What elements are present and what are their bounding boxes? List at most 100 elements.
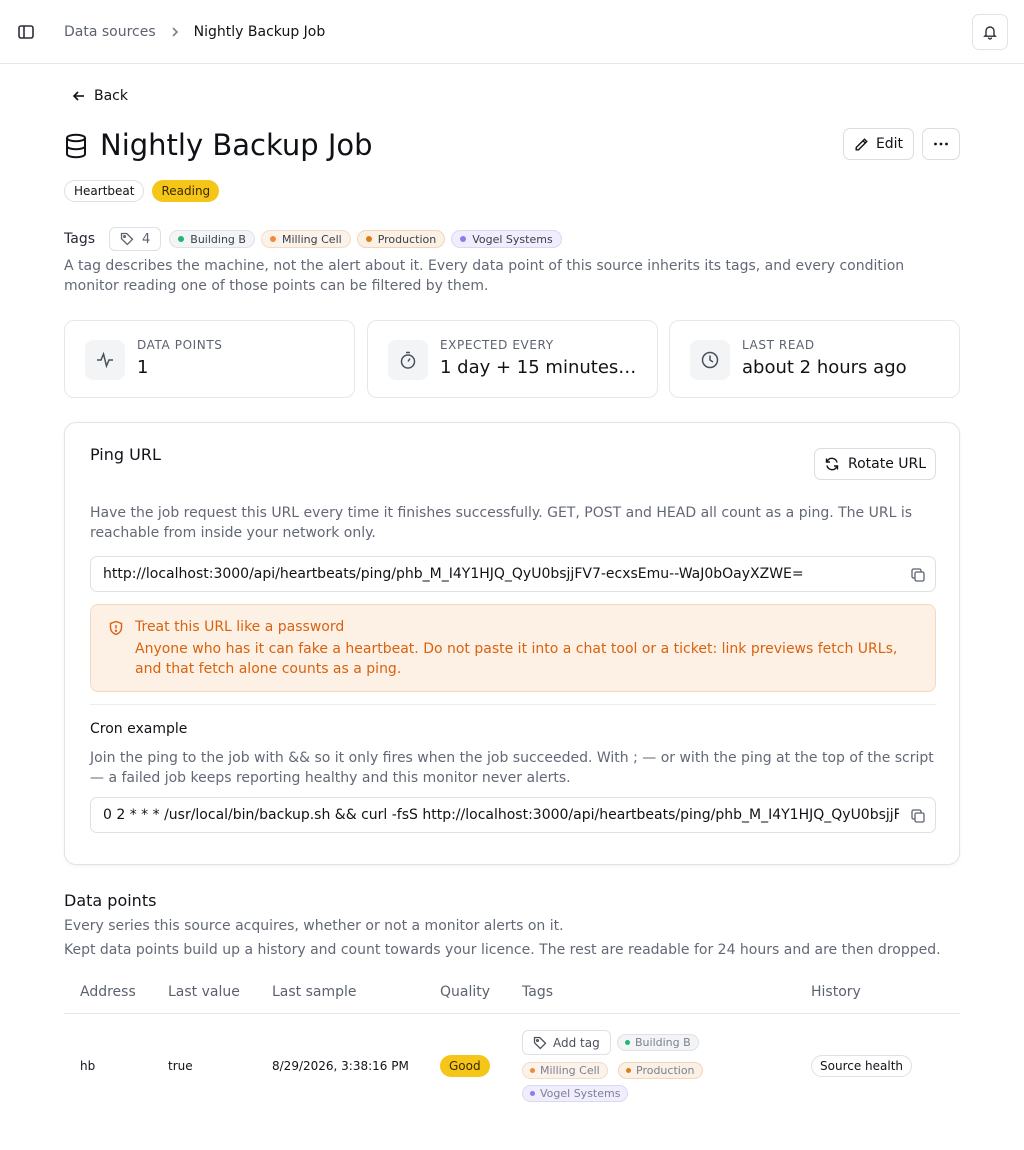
copy-icon[interactable] — [910, 567, 926, 583]
add-tag-label: Add tag — [553, 1035, 600, 1050]
tag-icon — [533, 1036, 547, 1049]
source-health-link[interactable]: Source health — [811, 1055, 913, 1077]
tag-chip-label: Building B — [190, 232, 246, 246]
refresh-icon — [825, 457, 839, 471]
tag-chip-label: Production — [377, 232, 437, 246]
tag-dot — [365, 236, 372, 242]
notifications-button[interactable] — [972, 14, 1008, 50]
stopwatch-icon — [388, 340, 428, 380]
data-points-licence-note: Kept data points build up a history and … — [64, 942, 941, 958]
stat-label: LAST READ — [742, 338, 815, 352]
type-badge: Heartbeat — [64, 180, 145, 202]
tag-chip: Milling Cell — [260, 230, 351, 248]
row-tag-chip: Production — [618, 1062, 703, 1079]
edit-label: Edit — [875, 136, 904, 152]
section-divider — [90, 704, 936, 705]
breadcrumb-data-sources[interactable]: Data sources — [64, 24, 156, 40]
stat-card-data-points: DATA POINTS 1 — [64, 320, 355, 398]
shield-alert-icon — [108, 620, 124, 636]
row-tag-chip-label: Milling Cell — [540, 1064, 600, 1077]
cron-command-value: 0 2 * * * /usr/local/bin/backup.sh && cu… — [103, 807, 899, 823]
row-tag-chip-label: Production — [636, 1064, 695, 1077]
status-badges: Heartbeat Reading — [64, 180, 220, 202]
tag-dot — [269, 236, 276, 242]
breadcrumb: Data sources Nightly Backup Job — [64, 0, 325, 64]
rotate-url-button[interactable]: Rotate URL — [814, 448, 936, 480]
cron-example-title: Cron example — [90, 721, 188, 737]
cron-example-description: Join the ping to the job with && so it o… — [90, 750, 934, 786]
stat-card-last-read: LAST READ about 2 hours ago — [669, 320, 960, 398]
sidebar-toggle-icon[interactable] — [16, 22, 36, 42]
security-warning: Treat this URL like a password Anyone wh… — [90, 604, 936, 692]
column-header: Last value — [168, 984, 240, 1000]
tag-dot — [625, 1040, 630, 1045]
row-tag-chip-label: Vogel Systems — [540, 1087, 621, 1100]
ping-url-card: Ping URL Rotate URL Have the job request… — [64, 422, 960, 865]
tags-label: Tags — [64, 231, 95, 247]
data-points-title: Data points — [64, 891, 157, 910]
chevron-right-icon — [170, 26, 180, 38]
back-label: Back — [94, 88, 128, 104]
column-header: Quality — [440, 984, 491, 1000]
arrow-left-icon — [72, 91, 84, 101]
stat-label: DATA POINTS — [137, 338, 223, 352]
edit-button[interactable]: Edit — [843, 128, 914, 160]
copy-icon[interactable] — [910, 808, 926, 824]
ping-url-description: Have the job request this URL every time… — [90, 505, 913, 541]
cell-last-sample: 8/29/2026, 3:38:16 PM — [272, 1059, 409, 1073]
back-link[interactable]: Back — [72, 85, 128, 107]
column-header: Tags — [522, 984, 553, 1000]
column-header: Address — [80, 984, 136, 1000]
tag-chip-label: Milling Cell — [281, 232, 342, 246]
tag-dot — [626, 1068, 631, 1073]
tag-chip-label: Vogel Systems — [472, 232, 553, 246]
stat-card-expected-every: EXPECTED EVERY 1 day + 15 minutes grace — [367, 320, 658, 398]
warning-body: Anyone who has it can fake a heartbeat. … — [135, 641, 898, 677]
activity-icon — [85, 340, 125, 380]
tag-dot — [530, 1091, 535, 1096]
page-title: Nightly Backup Job — [100, 128, 373, 162]
row-tag-chip: Vogel Systems — [522, 1085, 629, 1102]
status-badge: Reading — [152, 180, 220, 202]
tags-count: 4 — [142, 231, 151, 247]
row-tag-chip: Building B — [617, 1034, 699, 1051]
tags-edit-button[interactable]: 4 — [109, 227, 162, 251]
row-tag-chip-label: Building B — [635, 1036, 691, 1049]
tag-icon — [120, 232, 134, 246]
ping-url-title: Ping URL — [90, 445, 161, 464]
data-points-description: Every series this source acquires, wheth… — [64, 918, 564, 934]
more-actions-button[interactable] — [922, 128, 960, 160]
tag-chip: Vogel Systems — [451, 230, 562, 248]
table-header-divider — [64, 1013, 960, 1014]
column-header: History — [811, 984, 861, 1000]
cell-address: hb — [80, 1059, 96, 1073]
row-tag-chip: Milling Cell — [522, 1062, 608, 1079]
ping-url-value: http://localhost:3000/api/heartbeats/pin… — [103, 566, 804, 582]
cron-command-field[interactable]: 0 2 * * * /usr/local/bin/backup.sh && cu… — [90, 797, 936, 833]
database-icon — [64, 133, 88, 159]
tags-row: Tags 4 Building B Milling Cell Productio… — [64, 227, 562, 251]
stat-value: about 2 hours ago — [742, 357, 907, 378]
tag-dot — [460, 236, 467, 242]
column-header: Last sample — [272, 984, 357, 1000]
tags-help-text: A tag describes the machine, not the ale… — [64, 258, 905, 294]
tag-dot — [530, 1068, 535, 1073]
add-tag-button[interactable]: Add tag — [522, 1030, 611, 1055]
tag-dot — [178, 236, 185, 242]
pencil-icon — [855, 137, 868, 150]
tag-chip: Building B — [169, 230, 255, 248]
ellipsis-icon — [934, 142, 948, 146]
clock-icon — [690, 340, 730, 380]
stat-value: 1 day + 15 minutes grace — [440, 357, 640, 378]
tag-chip: Production — [356, 230, 446, 248]
stat-value: 1 — [137, 357, 149, 378]
stat-label: EXPECTED EVERY — [440, 338, 554, 352]
ping-url-field[interactable]: http://localhost:3000/api/heartbeats/pin… — [90, 556, 936, 592]
top-bar: Data sources Nightly Backup Job — [0, 0, 1024, 64]
breadcrumb-current: Nightly Backup Job — [193, 24, 326, 40]
rotate-url-label: Rotate URL — [847, 456, 927, 472]
bell-icon — [983, 26, 997, 40]
cell-last-value: true — [168, 1059, 193, 1073]
warning-title: Treat this URL like a password — [135, 619, 345, 635]
quality-badge: Good — [440, 1055, 490, 1077]
